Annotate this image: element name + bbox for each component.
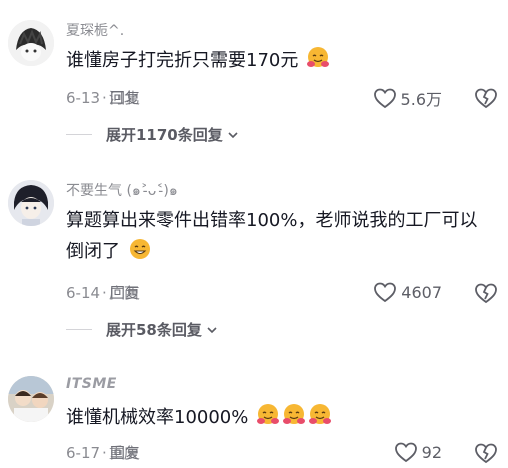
hugging-face-emoji — [307, 47, 330, 67]
avatar[interactable] — [8, 376, 54, 422]
reply-button[interactable]: 回复 — [110, 442, 140, 463]
hugging-face-emoji — [309, 404, 332, 424]
like-button[interactable]: 4607 — [373, 281, 442, 303]
reply-button[interactable]: 回复 — [110, 87, 140, 108]
smiling-face-emoji — [129, 239, 150, 259]
comment-date: 6-13 — [66, 89, 101, 107]
avatar[interactable] — [8, 20, 54, 66]
heart-outline-icon — [374, 282, 397, 303]
username[interactable]: 夏琛栀^. — [66, 20, 124, 40]
reply-button[interactable]: 回复 — [110, 282, 140, 303]
chevron-down-icon — [228, 131, 238, 138]
broken-heart-icon[interactable] — [474, 441, 498, 465]
meta-separator: · — [102, 284, 107, 302]
username[interactable]: 不要生气 (๑˃̵ᴗ˂̵)๑ — [66, 180, 178, 202]
meta-separator: · — [102, 89, 107, 107]
avatar[interactable] — [8, 180, 54, 226]
comment-text: 谁懂机械效率10000% — [66, 402, 486, 433]
like-button[interactable]: 92 — [394, 441, 442, 463]
hugging-face-emoji — [257, 404, 280, 424]
username[interactable]: ITSME — [66, 376, 117, 392]
comment-text-content: 谁懂机械效率10000% — [66, 407, 249, 428]
chevron-down-icon — [207, 326, 217, 333]
heart-outline-icon — [373, 88, 396, 109]
meta-separator: · — [102, 444, 107, 462]
comment-text-content: 谁懂房子打完折只需要170元 — [66, 50, 299, 71]
divider-line — [66, 329, 92, 330]
heart-outline-icon — [394, 442, 417, 463]
hugging-face-emoji — [283, 404, 306, 424]
like-count: 92 — [421, 442, 442, 462]
like-count: 5.6万 — [400, 90, 442, 109]
broken-heart-icon[interactable] — [474, 86, 498, 110]
expand-replies-button[interactable]: 展开58条回复 — [66, 319, 218, 340]
expand-replies-label: 展开1170条回复 — [106, 126, 223, 144]
comment-date: 6-17 — [66, 444, 101, 462]
like-count: 4607 — [401, 282, 442, 302]
comment-text: 谁懂房子打完折只需要170元 — [66, 45, 486, 76]
like-button[interactable]: 5.6万 — [373, 86, 442, 110]
broken-heart-icon[interactable] — [474, 281, 498, 305]
comment-date: 6-14 — [66, 284, 101, 302]
expand-replies-button[interactable]: 展开1170条回复 — [66, 124, 239, 145]
comment-text: 算题算出来零件出错率100%，老师说我的工厂可以倒闭了 — [66, 205, 486, 267]
expand-replies-label: 展开58条回复 — [106, 321, 202, 339]
divider-line — [66, 134, 92, 135]
